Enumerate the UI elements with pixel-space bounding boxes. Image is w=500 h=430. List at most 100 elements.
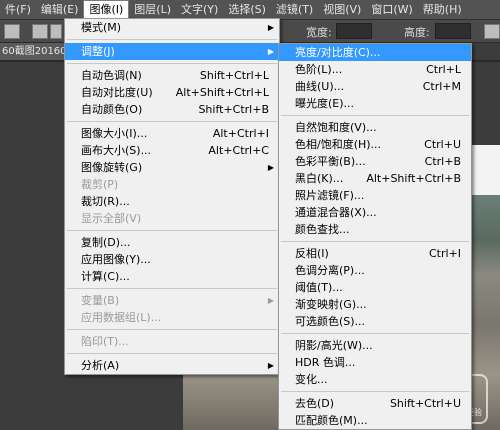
menu-item[interactable]: 色彩平衡(B)... Ctrl+B	[279, 153, 471, 170]
tool-preset-icon[interactable]	[4, 24, 20, 39]
menu-item-label: 色调分离(P)...	[295, 264, 365, 277]
menu-item-label: 显示全部(V)	[81, 212, 142, 225]
menu-item[interactable]: 复制(D)...	[65, 234, 279, 251]
menu-item-label: 自动颜色(O)	[81, 103, 143, 116]
menu-item-label: 亮度/对比度(C)...	[295, 46, 381, 59]
menu-item[interactable]: 调整(J) ▶	[65, 43, 279, 60]
selection-mode-icon-2[interactable]	[50, 24, 62, 39]
menubar-item[interactable]: 选择(S)	[223, 0, 271, 19]
menu-item[interactable]: 通道混合器(X)...	[279, 204, 471, 221]
menu-item[interactable]: 自然饱和度(V)...	[279, 119, 471, 136]
menu-item-label: 阈值(T)...	[295, 281, 343, 294]
menu-item[interactable]: 图像旋转(G) ▶	[65, 159, 279, 176]
menu-item-label: 自动色调(N)	[81, 69, 142, 82]
menubar-item[interactable]: 编辑(E)	[36, 0, 84, 19]
menu-item[interactable]: 自动对比度(U) Alt+Shift+Ctrl+L	[65, 84, 279, 101]
width-label: 宽度:	[306, 26, 332, 39]
menu-item-label: 去色(D)	[295, 397, 335, 410]
menubar-item[interactable]: 图层(L)	[129, 0, 176, 19]
menu-item-shortcut: Shift+Ctrl+L	[199, 69, 269, 82]
menu-item[interactable]: 颜色查找...	[279, 221, 471, 238]
menu-item[interactable]: 曲线(U)... Ctrl+M	[279, 78, 471, 95]
menu-item-label: 应用数据组(L)...	[81, 311, 162, 324]
menu-item[interactable]: 照片滤镜(F)...	[279, 187, 471, 204]
height-field[interactable]	[435, 23, 471, 39]
menu-item-label: 图像旋转(G)	[81, 161, 143, 174]
menu-item-label: 变化...	[295, 373, 328, 386]
menu-separator	[281, 333, 469, 334]
menu-item-label: 渐变映射(G)...	[295, 298, 367, 311]
document-tab[interactable]: 60截图20160512	[0, 43, 68, 60]
menubar-item[interactable]: 窗口(W)	[366, 0, 417, 19]
menu-item: 陷印(T)...	[65, 333, 279, 350]
menu-item-label: 画布大小(S)...	[81, 144, 152, 157]
menu-item[interactable]: 黑白(K)... Alt+Shift+Ctrl+B	[279, 170, 471, 187]
menu-item[interactable]: 变化...	[279, 371, 471, 388]
submenu-arrow-icon: ▶	[267, 361, 274, 370]
menubar-item[interactable]: 图像(I)	[83, 0, 130, 19]
menu-item[interactable]: 色阶(L)... Ctrl+L	[279, 61, 471, 78]
menu-item[interactable]: 阈值(T)...	[279, 279, 471, 296]
menu-item[interactable]: 阴影/高光(W)...	[279, 337, 471, 354]
menu-item[interactable]: 反相(I) Ctrl+I	[279, 245, 471, 262]
menu-separator	[67, 353, 277, 354]
menubar-item[interactable]: 帮助(H)	[418, 0, 467, 19]
menu-separator	[281, 115, 469, 116]
menu-item-shortcut: Alt+Shift+Ctrl+L	[175, 86, 269, 99]
menu-item[interactable]: 匹配颜色(M)...	[279, 412, 471, 429]
menu-item[interactable]: 自动颜色(O) Shift+Ctrl+B	[65, 101, 279, 118]
menu-item-label: 色阶(L)...	[295, 63, 343, 76]
selection-mode-icon[interactable]	[32, 24, 48, 39]
menu-item-label: 裁切(R)...	[81, 195, 130, 208]
menu-item[interactable]: 渐变映射(G)...	[279, 296, 471, 313]
menu-item[interactable]: 色相/饱和度(H)... Ctrl+U	[279, 136, 471, 153]
submenu-arrow-icon: ▶	[267, 163, 274, 172]
menu-item-shortcut: Ctrl+U	[424, 138, 461, 151]
menu-separator	[281, 391, 469, 392]
menubar-item[interactable]: 视图(V)	[318, 0, 366, 19]
menu-item[interactable]: 计算(C)...	[65, 268, 279, 285]
menu-item-label: HDR 色调...	[295, 356, 356, 369]
menu-item-shortcut: Ctrl+I	[428, 247, 461, 260]
menubar-item[interactable]: 文字(Y)	[176, 0, 223, 19]
menu-item[interactable]: 自动色调(N) Shift+Ctrl+L	[65, 67, 279, 84]
image-menu: 模式(M) ▶ 调整(J) ▶ 自动色调(N) Shift+Ctrl+L 自动对比度(U) A…	[64, 18, 280, 375]
menu-item[interactable]: 曝光度(E)...	[279, 95, 471, 112]
menu-item[interactable]: 模式(M) ▶	[65, 19, 279, 36]
menu-item-shortcut: Ctrl+M	[422, 80, 461, 93]
menubar-item[interactable]: 件(F)	[0, 0, 36, 19]
menu-item[interactable]: 亮度/对比度(C)...	[279, 44, 471, 61]
menu-separator	[67, 63, 277, 64]
menu-separator	[67, 121, 277, 122]
menu-item: 应用数据组(L)...	[65, 309, 279, 326]
height-label: 高度:	[404, 26, 430, 39]
menu-item[interactable]: 可选颜色(S)...	[279, 313, 471, 330]
menu-item[interactable]: 图像大小(I)... Alt+Ctrl+I	[65, 125, 279, 142]
menu-item-shortcut: Alt+Ctrl+C	[208, 144, 269, 157]
menu-item-label: 复制(D)...	[81, 236, 131, 249]
swap-icon[interactable]	[484, 24, 500, 39]
menu-separator	[67, 39, 277, 40]
menu-item[interactable]: HDR 色调...	[279, 354, 471, 371]
menu-item[interactable]: 去色(D) Shift+Ctrl+U	[279, 395, 471, 412]
menubar: 件(F) 编辑(E) 图像(I) 图层(L) 文字(Y) 选择(S) 滤镜(T) 视图(V) 窗…	[0, 0, 500, 20]
menu-item-label: 应用图像(Y)...	[81, 253, 151, 266]
menu-item[interactable]: 裁切(R)...	[65, 193, 279, 210]
menu-separator	[67, 329, 277, 330]
menu-item: 裁剪(P)	[65, 176, 279, 193]
menu-item[interactable]: 分析(A) ▶	[65, 357, 279, 374]
menu-item[interactable]: 画布大小(S)... Alt+Ctrl+C	[65, 142, 279, 159]
menu-item-label: 阴影/高光(W)...	[295, 339, 373, 352]
width-field[interactable]	[336, 23, 372, 39]
menu-item-label: 调整(J)	[81, 45, 115, 58]
menu-item-label: 自然饱和度(V)...	[295, 121, 377, 134]
menu-separator	[281, 241, 469, 242]
menu-item[interactable]: 色调分离(P)...	[279, 262, 471, 279]
menu-item-shortcut: Alt+Ctrl+I	[212, 127, 269, 140]
menubar-item[interactable]: 滤镜(T)	[271, 0, 318, 19]
menu-item-label: 曲线(U)...	[295, 80, 345, 93]
menu-item[interactable]: 应用图像(Y)...	[65, 251, 279, 268]
menu-item-label: 色彩平衡(B)...	[295, 155, 366, 168]
menu-item-label: 黑白(K)...	[295, 172, 344, 185]
submenu-arrow-icon: ▶	[267, 47, 274, 56]
